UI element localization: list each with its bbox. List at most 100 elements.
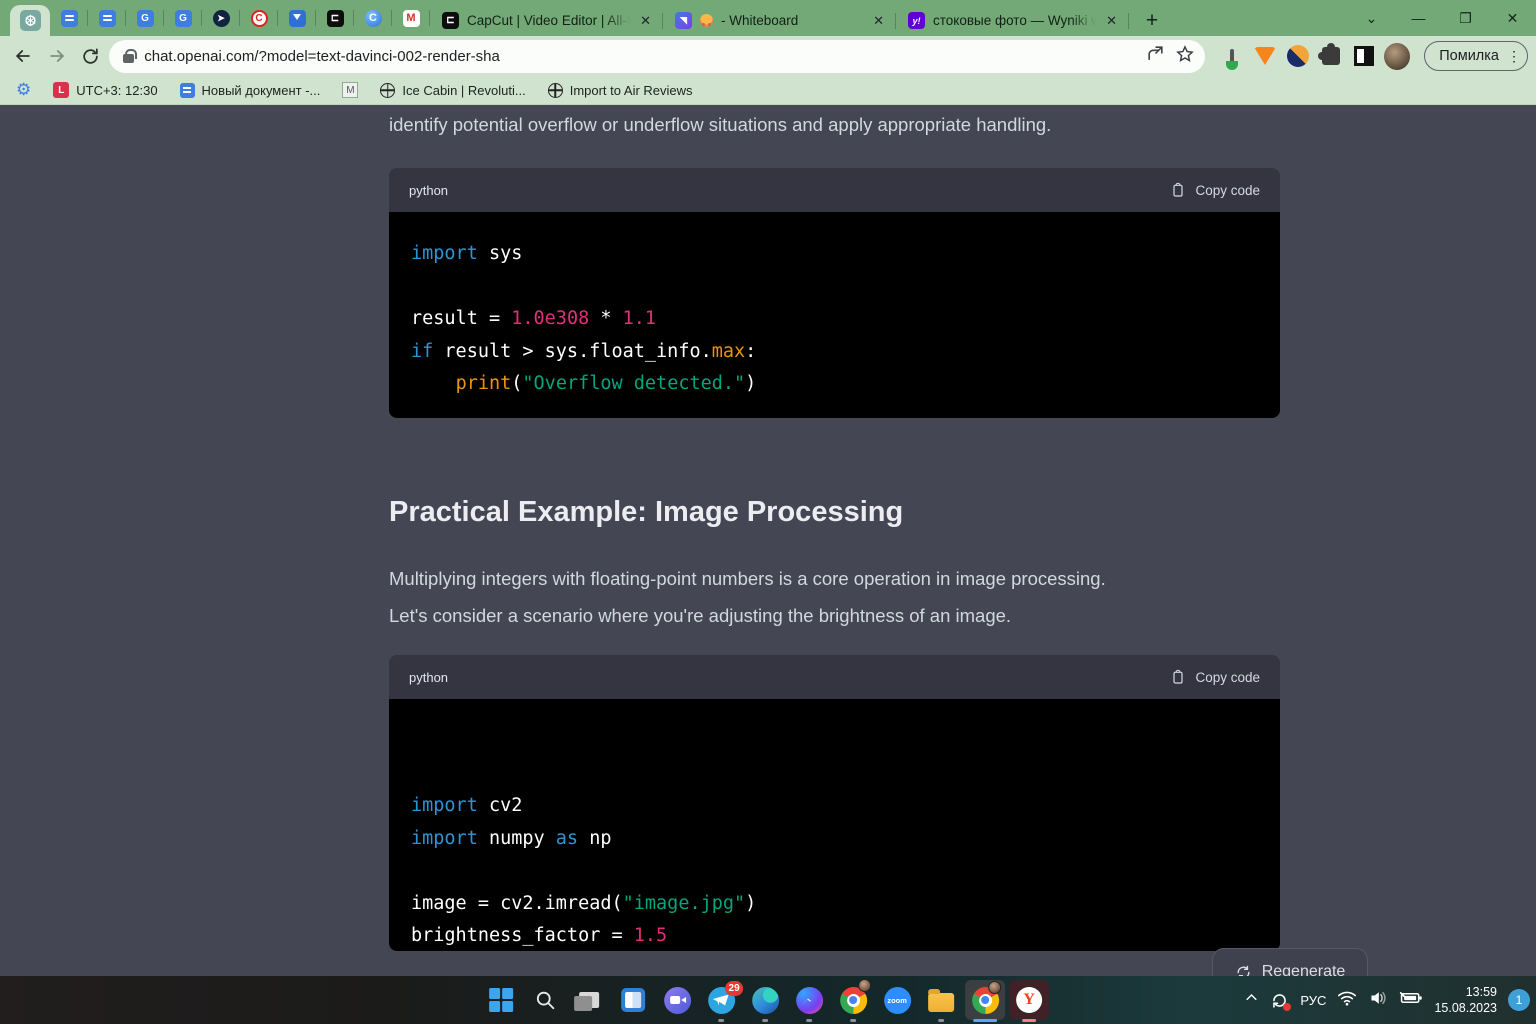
regenerate-label: Regenerate bbox=[1262, 963, 1346, 976]
tab-whiteboard[interactable]: ◥ - Whiteboard ✕ bbox=[663, 5, 896, 36]
task-view-button[interactable] bbox=[567, 976, 611, 1024]
running-indicator bbox=[850, 1019, 856, 1022]
clipboard-icon bbox=[1170, 669, 1186, 685]
clock-l-icon: L bbox=[53, 82, 69, 98]
dig-extension-icon[interactable] bbox=[1219, 43, 1245, 69]
active-indicator bbox=[973, 1019, 997, 1022]
time: 13:59 bbox=[1434, 984, 1497, 1000]
teams-chat-button[interactable] bbox=[655, 976, 699, 1024]
gear-icon: ⚙ bbox=[16, 80, 31, 100]
yahoo-icon: y! bbox=[908, 12, 925, 29]
tray-chevron-up-icon[interactable] bbox=[1244, 990, 1259, 1010]
pinned-tab-translate-2[interactable]: G bbox=[164, 0, 202, 36]
back-button[interactable] bbox=[8, 40, 38, 72]
pinned-tab-capcut[interactable]: ⊏ bbox=[316, 0, 354, 36]
chrome-active-button[interactable] bbox=[963, 976, 1007, 1024]
messenger-button[interactable] bbox=[787, 976, 831, 1024]
pinned-tab-c[interactable]: C bbox=[354, 0, 392, 36]
taskbar-icons: 29 zoom Y bbox=[479, 976, 1051, 1024]
pinned-tab-deepl[interactable]: ➤ bbox=[202, 0, 240, 36]
file-explorer-button[interactable] bbox=[919, 976, 963, 1024]
widgets-button[interactable] bbox=[611, 976, 655, 1024]
browser-error-button[interactable]: Помилка ⋮ bbox=[1424, 41, 1528, 71]
lock-icon[interactable] bbox=[123, 54, 134, 63]
tab-title: - Whiteboard bbox=[721, 13, 863, 28]
wifi-icon[interactable] bbox=[1337, 989, 1357, 1012]
chatgpt-conversation: identify potential overflow or underflow… bbox=[0, 105, 1536, 976]
new-tab-button[interactable]: + bbox=[1137, 6, 1167, 36]
share-icon[interactable] bbox=[1146, 44, 1165, 68]
pinned-tab-docs-2[interactable] bbox=[88, 0, 126, 36]
bookmark-settings[interactable]: ⚙ bbox=[16, 80, 31, 100]
bookmark-ice-cabin[interactable]: Ice Cabin | Revoluti... bbox=[380, 83, 525, 98]
bookmark-star-icon[interactable] bbox=[1175, 44, 1195, 69]
bookmarks-bar: ⚙ L UTC+3: 12:30 Новый документ -... M I… bbox=[0, 76, 1536, 105]
taskbar-search-button[interactable] bbox=[523, 976, 567, 1024]
bookmark-m[interactable]: M bbox=[342, 82, 358, 98]
update-restart-icon[interactable] bbox=[1270, 991, 1289, 1010]
bookmark-import-air-reviews[interactable]: Import to Air Reviews bbox=[548, 83, 693, 98]
url-text[interactable]: chat.openai.com/?model=text-davinci-002-… bbox=[144, 48, 1136, 65]
code-language-label: python bbox=[409, 183, 448, 198]
puzzle-extensions-icon[interactable] bbox=[1318, 43, 1344, 69]
deepl-icon: ➤ bbox=[213, 10, 230, 27]
yandex-browser-button[interactable]: Y bbox=[1007, 976, 1051, 1024]
profile-avatar[interactable] bbox=[1384, 43, 1410, 69]
red-c-icon: C bbox=[251, 10, 268, 27]
tab-capcut[interactable]: ⊏ CapCut | Video Editor | All-In-On ✕ bbox=[430, 5, 663, 36]
battery-charging-icon[interactable] bbox=[1399, 990, 1423, 1011]
google-translate-icon: G bbox=[137, 10, 154, 27]
pinned-tab-gmail[interactable]: M bbox=[392, 0, 430, 36]
bookmark-new-document[interactable]: Новый документ -... bbox=[180, 83, 321, 98]
clipboard-icon bbox=[1170, 182, 1186, 198]
restore-button[interactable]: ❐ bbox=[1442, 10, 1489, 27]
copy-code-button[interactable]: Copy code bbox=[1170, 182, 1260, 198]
code-content[interactable]: import cv2import numpy as np image = cv2… bbox=[389, 699, 1280, 951]
tab-search-chevron-icon[interactable]: ⌄ bbox=[1348, 10, 1395, 27]
folder-icon bbox=[928, 993, 954, 1012]
close-button[interactable]: ✕ bbox=[1489, 10, 1536, 27]
widgets-icon bbox=[621, 988, 645, 1012]
notification-count-badge[interactable]: 1 bbox=[1508, 989, 1530, 1011]
code-content[interactable]: import sys result = 1.0e308 * 1.1if resu… bbox=[389, 212, 1280, 418]
clock[interactable]: 13:59 15.08.2023 bbox=[1434, 984, 1497, 1016]
zoom-button[interactable]: zoom bbox=[875, 976, 919, 1024]
chrome-button[interactable] bbox=[831, 976, 875, 1024]
tab-close-icon[interactable]: ✕ bbox=[871, 13, 886, 29]
tab-close-icon[interactable]: ✕ bbox=[638, 13, 653, 29]
pinned-tab-translate[interactable]: G bbox=[126, 0, 164, 36]
address-bar[interactable]: chat.openai.com/?model=text-davinci-002-… bbox=[109, 40, 1205, 73]
pinned-tab-carrd[interactable]: C bbox=[240, 0, 278, 36]
profile-badge bbox=[858, 979, 871, 992]
active-indicator bbox=[1022, 1019, 1036, 1022]
forward-button[interactable] bbox=[42, 40, 72, 72]
start-button[interactable] bbox=[479, 976, 523, 1024]
kebab-menu-icon[interactable]: ⋮ bbox=[1507, 48, 1521, 65]
language-indicator[interactable]: РУС bbox=[1300, 993, 1326, 1008]
tab-title: CapCut | Video Editor | All-In-On bbox=[467, 13, 630, 28]
windows-taskbar: 29 zoom Y bbox=[0, 976, 1536, 1024]
zoom-icon: zoom bbox=[884, 987, 911, 1014]
pinned-tab-chatgpt-active[interactable] bbox=[10, 5, 50, 36]
minimize-button[interactable]: — bbox=[1395, 10, 1442, 26]
bookmark-utc-clock[interactable]: L UTC+3: 12:30 bbox=[53, 82, 157, 98]
telegram-button[interactable]: 29 bbox=[699, 976, 743, 1024]
code-block-header: python Copy code bbox=[389, 168, 1280, 212]
copy-code-button[interactable]: Copy code bbox=[1170, 669, 1260, 685]
regenerate-button[interactable]: Regenerate bbox=[1212, 948, 1368, 976]
google-docs-icon bbox=[61, 10, 78, 27]
reload-button[interactable] bbox=[76, 40, 106, 72]
tab-title: стоковые фото — Wyniki wyszuk bbox=[933, 13, 1096, 28]
task-view-icon bbox=[579, 992, 599, 1008]
dark-mode-extension-icon[interactable] bbox=[1351, 43, 1377, 69]
copy-code-label: Copy code bbox=[1195, 183, 1260, 198]
edge-button[interactable] bbox=[743, 976, 787, 1024]
volume-icon[interactable] bbox=[1368, 989, 1388, 1012]
pinned-tab-downloader[interactable] bbox=[278, 0, 316, 36]
coin-extension-icon[interactable] bbox=[1285, 43, 1311, 69]
metamask-icon[interactable] bbox=[1252, 43, 1278, 69]
tab-close-icon[interactable]: ✕ bbox=[1104, 13, 1119, 29]
tab-stock-photos[interactable]: y! стоковые фото — Wyniki wyszuk ✕ bbox=[896, 5, 1129, 36]
pinned-tab-docs[interactable] bbox=[50, 0, 88, 36]
pinned-tabs: G G ➤ C ⊏ C M bbox=[50, 0, 430, 36]
